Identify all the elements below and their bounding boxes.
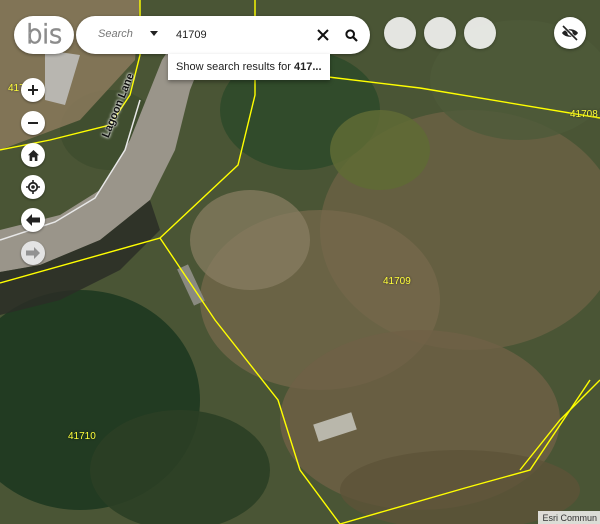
search-icon[interactable] (342, 26, 360, 44)
parcel-label: 41709 (383, 276, 411, 287)
locate-icon[interactable] (21, 175, 45, 199)
tool-button[interactable] (384, 17, 416, 49)
plus-icon[interactable] (21, 78, 45, 102)
suggestion-query: 417... (294, 61, 322, 73)
close-icon[interactable] (314, 26, 332, 44)
search-input[interactable] (176, 25, 308, 45)
eye-off-icon[interactable] (554, 17, 586, 49)
logo-text: bis (25, 19, 63, 50)
home-icon[interactable] (21, 143, 45, 167)
search-type-label[interactable]: Search (98, 28, 133, 40)
search-bar: Search (76, 16, 370, 54)
minus-icon[interactable] (21, 111, 45, 135)
suggestion-prefix: Show search results for (176, 61, 294, 73)
tool-button[interactable] (464, 17, 496, 49)
map-attribution: Esri Commun (538, 511, 600, 524)
chevron-down-icon[interactable] (150, 31, 158, 36)
arrow-left-icon[interactable] (21, 208, 45, 232)
tool-button[interactable] (424, 17, 456, 49)
arrow-right-icon[interactable] (21, 241, 45, 265)
search-suggestion[interactable]: Show search results for 417... (168, 54, 330, 80)
parcel-label: 41710 (68, 431, 96, 442)
app-logo[interactable]: bis (14, 16, 74, 54)
parcel-label: 41708 (570, 109, 598, 120)
